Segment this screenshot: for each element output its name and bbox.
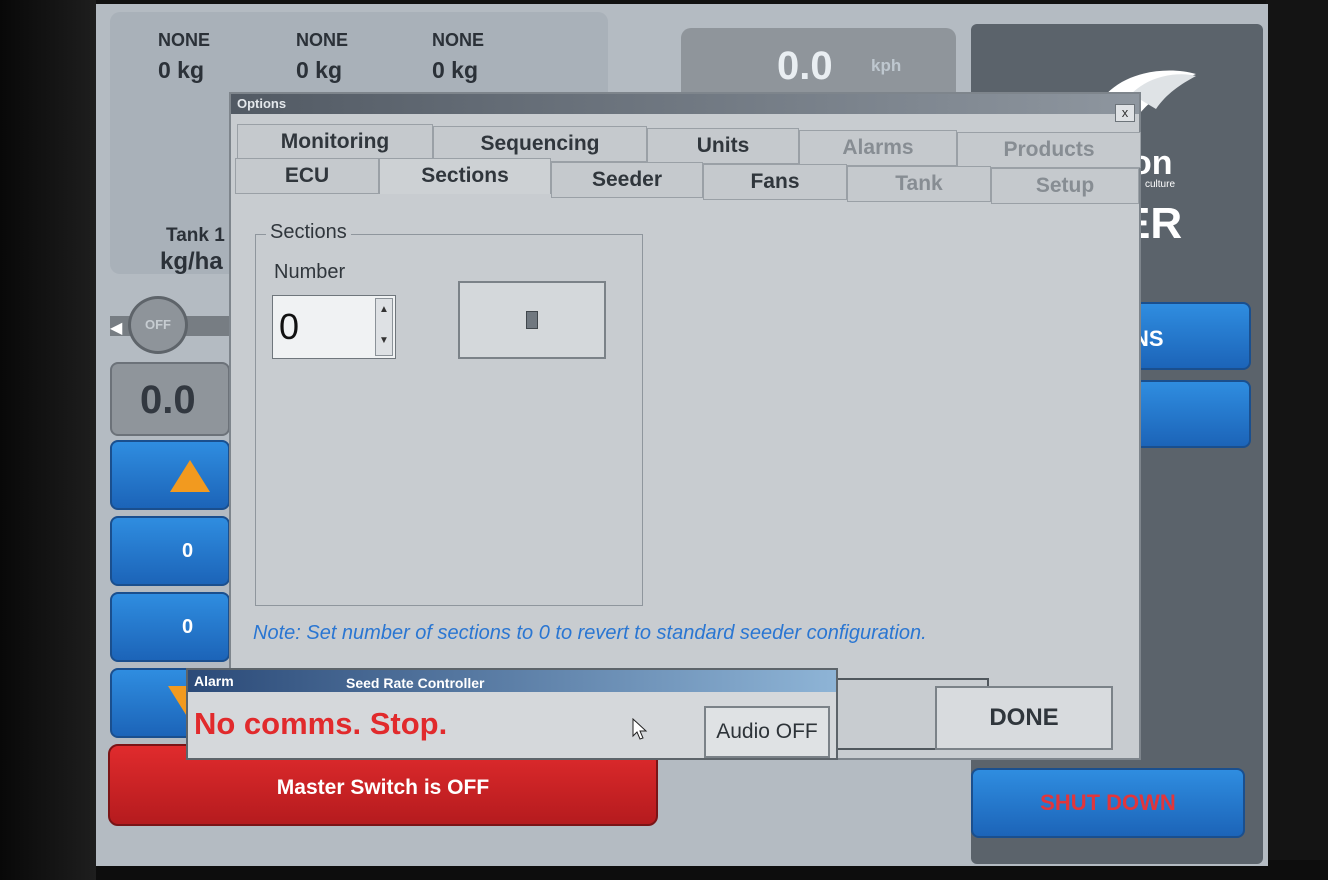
- bin-product: NONE: [158, 30, 211, 50]
- spin-control[interactable]: ▲ ▼: [375, 298, 393, 356]
- speed-value: 0.0: [777, 44, 833, 88]
- speed-unit: kph: [871, 56, 902, 75]
- section-number-stepper[interactable]: 0 ▲ ▼: [272, 295, 396, 359]
- rate-display: 0.0: [110, 362, 230, 436]
- tab-alarms[interactable]: Alarms: [799, 130, 957, 166]
- alarm-title: Alarm: [194, 673, 234, 689]
- spin-up-icon[interactable]: ▲: [376, 304, 392, 315]
- monitor-bezel-left: [0, 0, 96, 880]
- number-label: Number: [274, 261, 346, 283]
- tab-units[interactable]: Units: [647, 128, 799, 164]
- audio-off-button[interactable]: Audio OFF: [704, 706, 830, 758]
- keypad-button[interactable]: [458, 281, 606, 359]
- alarm-titlebar: Alarm Seed Rate Controller: [188, 670, 836, 692]
- preset-button-2[interactable]: 0: [110, 592, 230, 662]
- tab-products[interactable]: Products: [957, 132, 1141, 168]
- mouse-cursor-icon: [632, 718, 648, 740]
- tab-tank[interactable]: Tank: [847, 166, 991, 202]
- monitor-bezel-right: [1266, 0, 1328, 880]
- bin-weight: 0 kg: [296, 57, 343, 83]
- bin-2: NONE 0 kg: [296, 30, 416, 84]
- tank-label: Tank 1: [166, 225, 225, 246]
- brand-subtext: culture: [1145, 179, 1176, 190]
- bin-product: NONE: [296, 30, 349, 50]
- bin-1: NONE 0 kg: [158, 30, 278, 84]
- sections-group: Sections Number 0 ▲ ▼: [255, 221, 643, 606]
- bin-weight: 0 kg: [158, 57, 205, 83]
- spin-down-icon[interactable]: ▼: [376, 335, 392, 346]
- bin-3: NONE 0 kg: [432, 30, 552, 84]
- options-titlebar: Options: [231, 94, 1139, 114]
- calculator-icon: [526, 311, 538, 329]
- master-off-switch[interactable]: ◀ OFF: [110, 296, 230, 354]
- note-text: Note: Set number of sections to 0 to rev…: [253, 622, 927, 644]
- tab-sections[interactable]: Sections: [379, 158, 551, 194]
- preset-value: 0: [182, 540, 194, 562]
- tab-monitoring[interactable]: Monitoring: [237, 124, 433, 160]
- tab-ecu[interactable]: ECU: [235, 158, 379, 194]
- increase-rate-button[interactable]: [110, 440, 230, 510]
- tank-rate-unit: kg/ha: [160, 248, 223, 275]
- bin-weight: 0 kg: [432, 57, 479, 83]
- tab-setup[interactable]: Setup: [991, 168, 1139, 204]
- done-button[interactable]: DONE: [935, 686, 1113, 750]
- close-icon[interactable]: x: [1115, 104, 1135, 122]
- alarm-message: No comms. Stop.: [194, 706, 448, 741]
- switch-knob: OFF: [128, 296, 188, 354]
- preset-value: 0: [182, 616, 194, 638]
- group-title: Sections: [266, 221, 351, 244]
- options-dialog: Options x Monitoring Sequencing Units Al…: [229, 92, 1141, 760]
- alarm-source: Seed Rate Controller: [346, 675, 485, 691]
- shutdown-button[interactable]: SHUT DOWN: [971, 768, 1245, 838]
- arrow-up-icon: [170, 460, 210, 492]
- section-number-value: 0: [279, 306, 300, 347]
- app-screen: NONE 0 kg NONE 0 kg NONE 0 kg Tank 1 kg/…: [96, 4, 1268, 866]
- preset-button-1[interactable]: 0: [110, 516, 230, 586]
- alarm-dialog: Alarm Seed Rate Controller No comms. Sto…: [186, 668, 838, 760]
- options-title: Options: [237, 96, 287, 111]
- bin-product: NONE: [432, 30, 485, 50]
- rate-value: 0.0: [140, 378, 196, 422]
- tab-fans[interactable]: Fans: [703, 164, 847, 200]
- tab-seeder[interactable]: Seeder: [551, 162, 703, 198]
- arrow-left-icon: ◀: [110, 320, 123, 337]
- tab-sequencing[interactable]: Sequencing: [433, 126, 647, 162]
